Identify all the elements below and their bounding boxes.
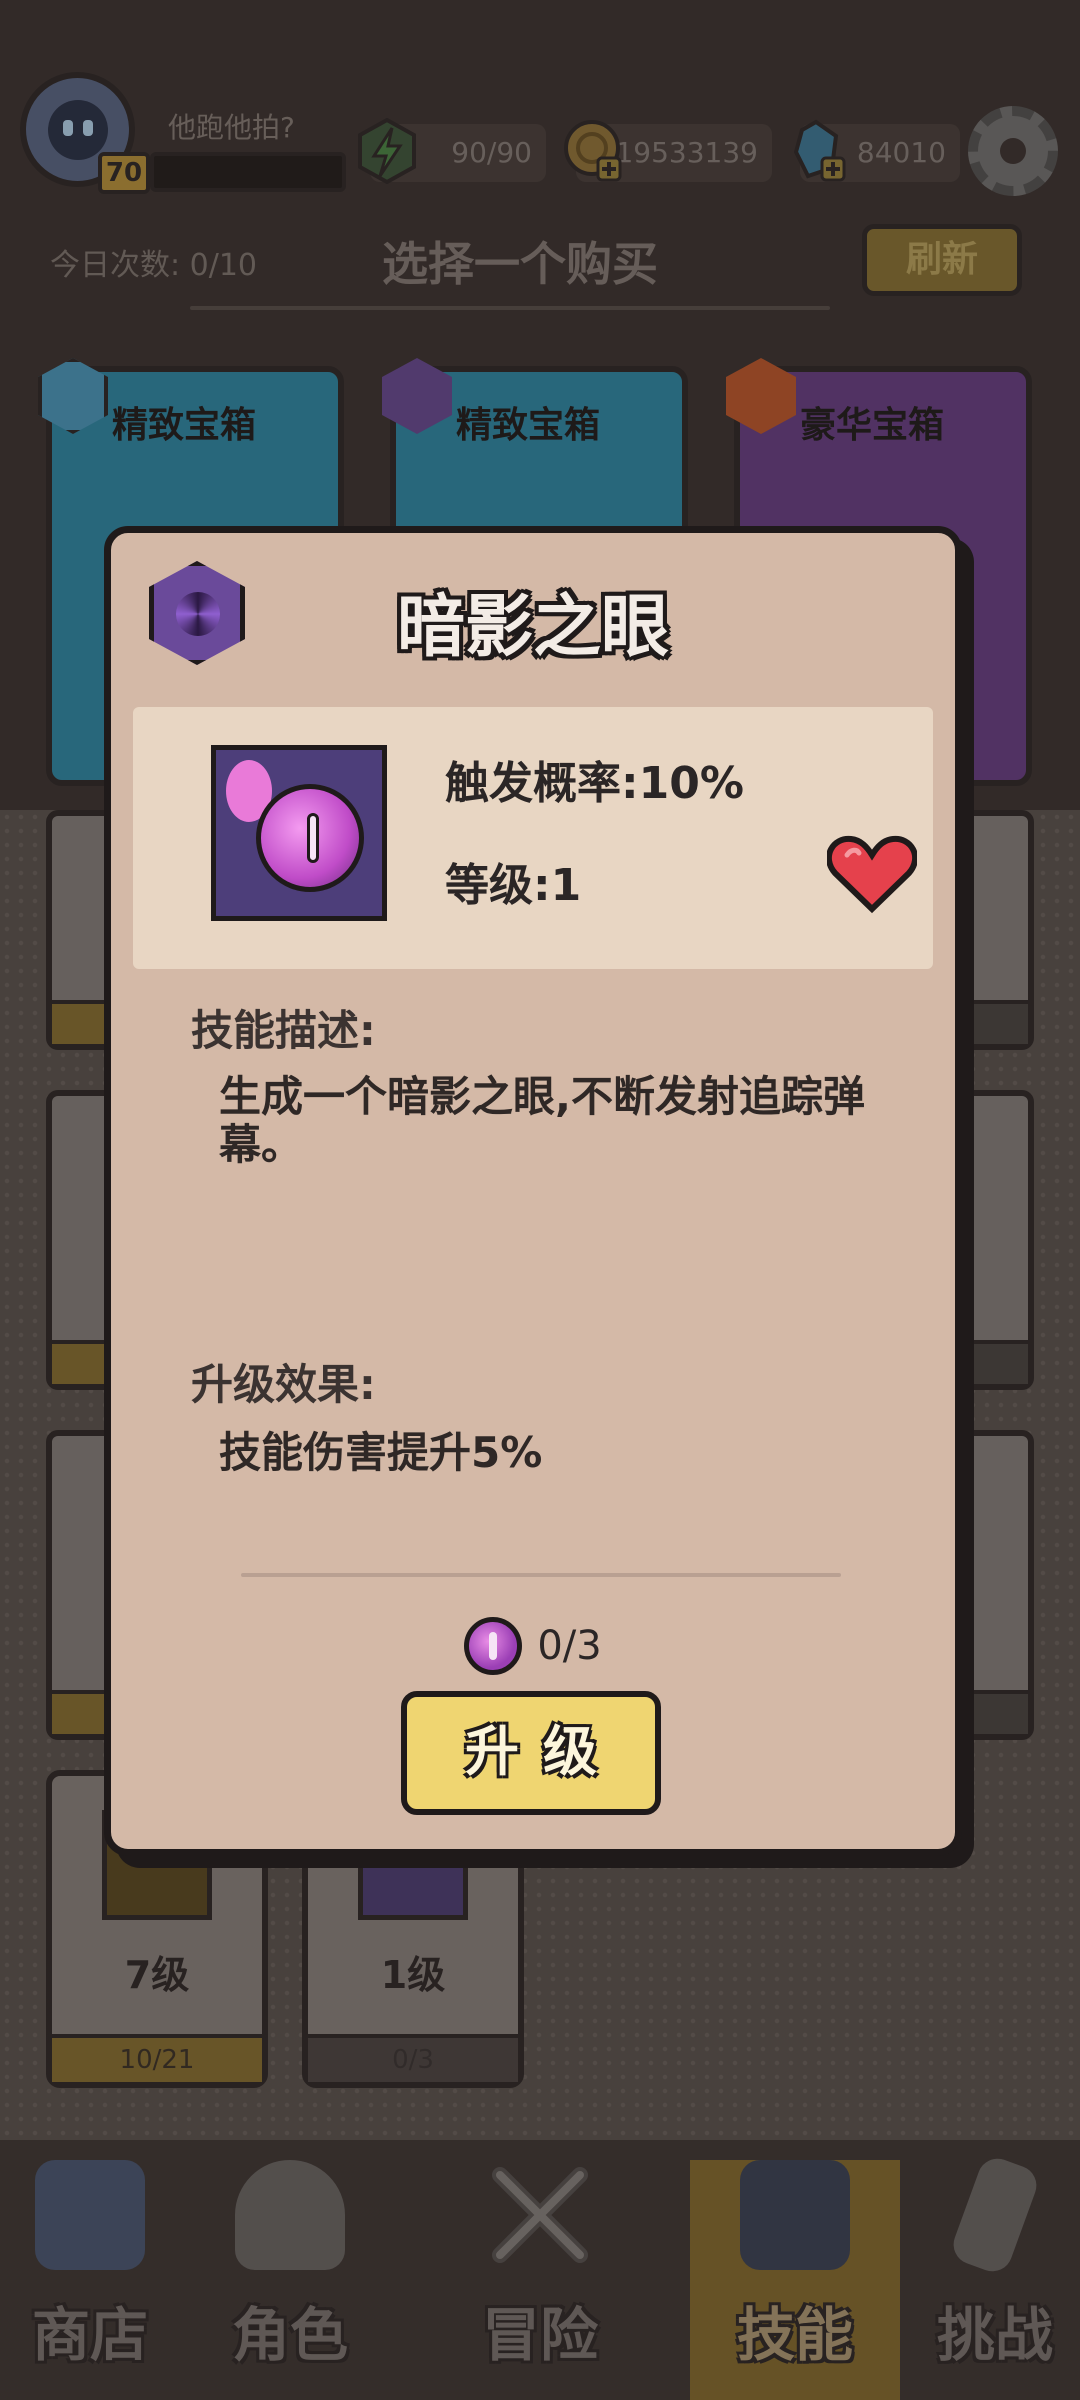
upgrade-effect: 技能伤害提升5% xyxy=(219,1428,543,1477)
skill-info-panel: 触发概率:10% 等级:1 xyxy=(133,707,933,969)
description-label: 技能描述: xyxy=(191,1006,376,1055)
skill-description: 生成一个暗影之眼,不断发射追踪弹幕。 xyxy=(219,1072,865,1170)
upgrade-cost-value: 0/3 xyxy=(537,1623,602,1669)
upgrade-button-label: 升级 xyxy=(465,1720,621,1783)
trigger-chance: 触发概率:10% xyxy=(445,758,744,809)
upgrade-effect-label: 升级效果: xyxy=(191,1360,376,1409)
upgrade-button[interactable]: 升级 xyxy=(401,1691,661,1815)
modal-title: 暗影之眼 xyxy=(396,588,669,667)
shadow-eye-token-icon xyxy=(464,1617,523,1675)
skill-detail-modal: 暗影之眼 触发概率:10% 等级:1 技能描述: 生成一个暗影之眼,不断发射追踪… xyxy=(104,526,962,1856)
upgrade-cost: 0/3 xyxy=(111,1617,955,1675)
favorite-heart-icon[interactable] xyxy=(827,835,917,915)
shadow-eye-skill-icon xyxy=(211,745,387,921)
skill-level: 等级:1 xyxy=(445,860,582,911)
modal-divider xyxy=(241,1573,841,1577)
